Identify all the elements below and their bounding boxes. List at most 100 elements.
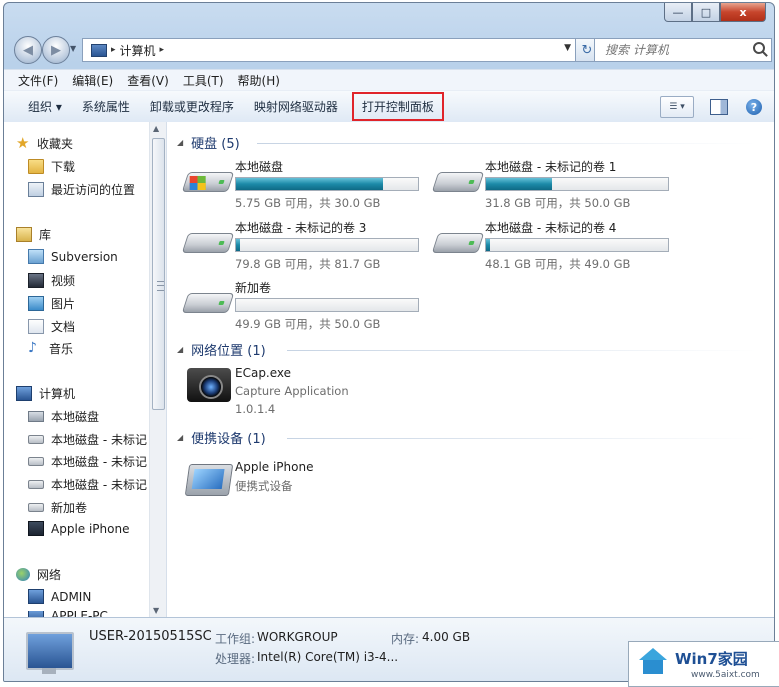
breadcrumb-computer[interactable]: 计算机 bbox=[120, 42, 156, 59]
nav-label: 本地磁盘 - 未标记 bbox=[51, 455, 147, 469]
menu-view[interactable]: 查看(V) bbox=[127, 72, 169, 89]
nav-label: Subversion bbox=[51, 249, 118, 264]
nav-label: 网络 bbox=[37, 568, 62, 582]
menu-bar: 文件(F) 编辑(E) 查看(V) 工具(T) 帮助(H) bbox=[4, 69, 774, 91]
nav-downloads[interactable]: 下载 bbox=[28, 158, 75, 175]
nav-pictures[interactable]: 图片 bbox=[28, 295, 75, 312]
system-drive-icon bbox=[181, 172, 235, 192]
drive-name: 本地磁盘 bbox=[235, 160, 284, 174]
nav-label: Apple iPhone bbox=[51, 521, 130, 536]
watermark-title: Win7家园 bbox=[675, 650, 748, 668]
camera-icon bbox=[187, 368, 231, 402]
house-logo-icon bbox=[639, 648, 667, 676]
nav-music[interactable]: ♪ 音乐 bbox=[28, 340, 73, 357]
map-network-drive-button[interactable]: 映射网络驱动器 bbox=[254, 98, 338, 115]
minimize-button[interactable]: — bbox=[664, 3, 692, 22]
collapse-triangle-icon[interactable]: ◢ bbox=[177, 138, 183, 147]
nav-unlabeled-volume-4[interactable]: 本地磁盘 - 未标记 bbox=[28, 476, 150, 493]
group-title: 硬盘 (5) bbox=[191, 137, 240, 152]
drive-name: 本地磁盘 - 未标记的卷 1 bbox=[485, 160, 617, 174]
subversion-library-icon bbox=[28, 249, 44, 264]
scroll-up-arrow-icon[interactable]: ▲ bbox=[153, 124, 159, 133]
collapse-triangle-icon[interactable]: ◢ bbox=[177, 345, 183, 354]
scroll-down-arrow-icon[interactable]: ▼ bbox=[153, 606, 159, 615]
nav-apple-iphone[interactable]: Apple iPhone bbox=[28, 521, 129, 536]
menu-help[interactable]: 帮助(H) bbox=[238, 72, 280, 89]
nav-label: 收藏夹 bbox=[37, 137, 74, 151]
help-icon: ? bbox=[750, 100, 758, 114]
close-button[interactable]: x bbox=[720, 3, 766, 22]
uninstall-program-button[interactable]: 卸载或更改程序 bbox=[150, 98, 234, 115]
nav-unlabeled-volume-3[interactable]: 本地磁盘 - 未标记 bbox=[28, 453, 150, 470]
forward-button[interactable]: ▶ bbox=[42, 36, 70, 64]
processor-value: Intel(R) Core(TM) i3-4... bbox=[257, 650, 399, 664]
preview-pane-button[interactable] bbox=[710, 99, 728, 115]
group-header-network-locations[interactable]: ◢ 网络位置 (1) bbox=[177, 340, 266, 359]
recent-places-icon bbox=[28, 182, 44, 197]
open-control-panel-button[interactable]: 打开控制面板 bbox=[351, 92, 444, 121]
help-button[interactable]: ? bbox=[746, 99, 762, 115]
toolbar-right: ☰ ▾ ? bbox=[660, 96, 762, 118]
nav-unlabeled-volume-1[interactable]: 本地磁盘 - 未标记 bbox=[28, 431, 150, 448]
drive-name: 新加卷 bbox=[235, 281, 272, 295]
nav-label: ADMIN bbox=[51, 589, 92, 604]
menu-file[interactable]: 文件(F) bbox=[18, 72, 58, 89]
workgroup-label: 工作组: bbox=[215, 632, 256, 646]
app-version: 1.0.1.4 bbox=[235, 402, 276, 416]
nav-computer[interactable]: 计算机 bbox=[16, 385, 75, 402]
address-bar[interactable]: ▸ 计算机 ▸ ▼ bbox=[82, 38, 576, 62]
change-view-button[interactable]: ☰ ▾ bbox=[660, 96, 694, 118]
drive-name: 本地磁盘 - 未标记的卷 4 bbox=[485, 221, 617, 235]
computer-icon bbox=[16, 386, 32, 401]
scrollbar-thumb[interactable] bbox=[152, 138, 165, 410]
collapse-triangle-icon[interactable]: ◢ bbox=[177, 433, 183, 442]
nav-videos[interactable]: 视频 bbox=[28, 272, 75, 289]
group-header-hard-disks[interactable]: ◢ 硬盘 (5) bbox=[177, 133, 240, 152]
nav-recent-places[interactable]: 最近访问的位置 bbox=[28, 181, 135, 198]
app-description: Capture Application bbox=[235, 384, 349, 398]
search-box[interactable] bbox=[594, 38, 772, 62]
music-note-icon: ♪ bbox=[28, 340, 37, 356]
windows-logo-icon bbox=[189, 176, 206, 190]
search-icon[interactable] bbox=[753, 42, 765, 54]
nav-favorites[interactable]: ★ 收藏夹 bbox=[16, 135, 73, 152]
computer-name: USER-20150515SC bbox=[89, 629, 212, 644]
search-input[interactable] bbox=[603, 42, 747, 58]
processor-label: 处理器: bbox=[215, 652, 256, 666]
breadcrumb-separator[interactable]: ▸ bbox=[160, 45, 165, 55]
app-name: ECap.exe bbox=[235, 366, 292, 380]
breadcrumb-separator[interactable]: ▸ bbox=[111, 45, 116, 55]
menu-edit[interactable]: 编辑(E) bbox=[72, 72, 113, 89]
nav-network[interactable]: 网络 bbox=[16, 566, 61, 583]
caption-buttons: — □ x bbox=[664, 3, 766, 22]
memory-label: 内存: bbox=[391, 632, 420, 646]
back-button[interactable]: ◀ bbox=[14, 36, 42, 64]
usage-bar bbox=[235, 177, 419, 191]
nav-label: 计算机 bbox=[39, 387, 76, 401]
nav-label: 库 bbox=[39, 228, 52, 242]
drive-space: 31.8 GB 可用，共 50.0 GB bbox=[485, 196, 631, 210]
navigation-scrollbar[interactable]: ▲ ▼ bbox=[149, 122, 166, 617]
nav-subversion[interactable]: Subversion bbox=[28, 249, 118, 264]
maximize-button[interactable]: □ bbox=[692, 3, 720, 22]
nav-documents[interactable]: 文档 bbox=[28, 318, 75, 335]
organize-button[interactable]: 组织 ▾ bbox=[28, 98, 62, 115]
nav-new-volume[interactable]: 新加卷 bbox=[28, 499, 87, 516]
nav-libraries[interactable]: 库 bbox=[16, 226, 51, 243]
device-type: 便携式设备 bbox=[235, 479, 293, 493]
group-header-portable-devices[interactable]: ◢ 便携设备 (1) bbox=[177, 428, 266, 447]
menu-tools[interactable]: 工具(T) bbox=[183, 72, 224, 89]
library-icon bbox=[16, 227, 32, 242]
nav-local-disk[interactable]: 本地磁盘 bbox=[28, 408, 150, 425]
address-dropdown-icon[interactable]: ▼ bbox=[564, 43, 571, 53]
system-properties-button[interactable]: 系统属性 bbox=[82, 98, 130, 115]
hard-drive-icon bbox=[28, 480, 44, 489]
command-bar: 组织 ▾ 系统属性 卸载或更改程序 映射网络驱动器 打开控制面板 ☰ ▾ ? bbox=[4, 90, 774, 123]
history-dropdown-icon[interactable]: ▼ bbox=[70, 44, 76, 53]
navigation-pane: ★ 收藏夹 下载 最近访问的位置 库 Subversion 视频 图片 文档 ♪ 音… bbox=[4, 122, 167, 621]
group-title: 网络位置 (1) bbox=[191, 344, 266, 359]
usage-fill bbox=[236, 178, 384, 190]
nav-admin[interactable]: ADMIN bbox=[28, 589, 91, 604]
nav-label: 本地磁盘 bbox=[51, 410, 100, 424]
drive-space: 48.1 GB 可用，共 49.0 GB bbox=[485, 257, 631, 271]
